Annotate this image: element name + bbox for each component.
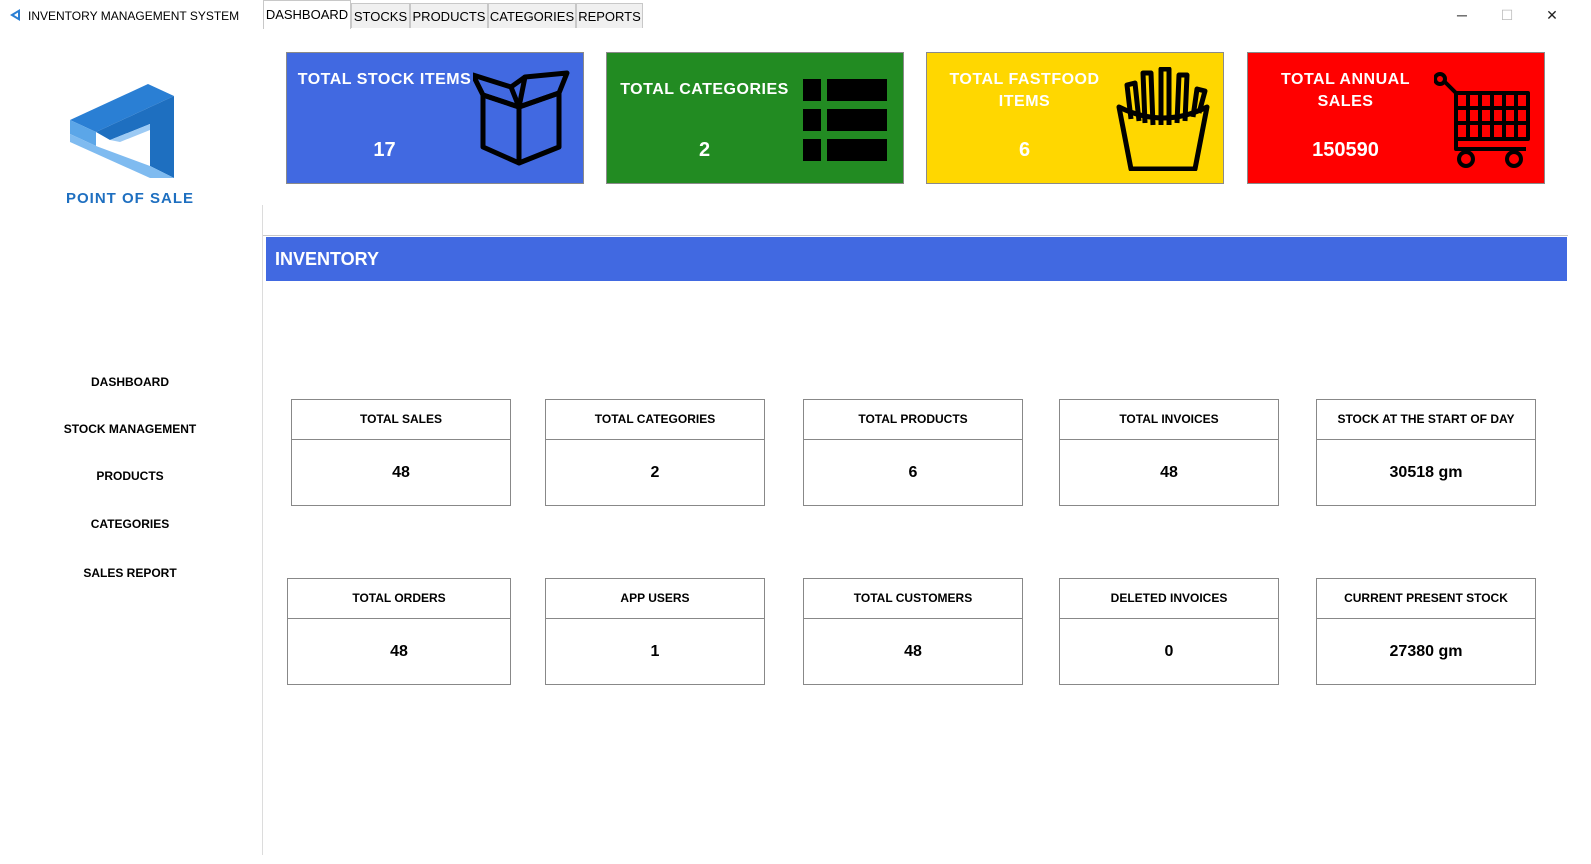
cart-icon [1434, 72, 1530, 168]
fries-icon [1116, 67, 1210, 171]
logo-text: POINT OF SALE [65, 190, 194, 207]
card-value: 6 [1018, 139, 1031, 161]
metric-value: 27380 gm [1389, 643, 1463, 660]
card-title: TOTAL ANNUAL SALES [1281, 71, 1410, 110]
sidebar-item-categories[interactable]: CATEGORIES [30, 517, 230, 531]
card-title: TOTAL CATEGORIES [620, 81, 789, 98]
metric-label: TOTAL SALES [292, 400, 510, 440]
sidebar-divider [262, 205, 263, 855]
metric-label: TOTAL INVOICES [1060, 400, 1278, 440]
metric-value: 2 [650, 464, 660, 481]
metric-label: DELETED INVOICES [1060, 579, 1278, 619]
maximize-button[interactable]: ☐ [1485, 2, 1529, 28]
metric-label: TOTAL CUSTOMERS [804, 579, 1022, 619]
minimize-button[interactable]: ─ [1440, 2, 1484, 28]
close-button[interactable]: ✕ [1530, 2, 1574, 28]
tab-stocks[interactable]: STOCKS [351, 3, 410, 28]
card-total-categories: TOTAL CATEGORIES 2 [606, 52, 904, 184]
metric-label: TOTAL PRODUCTS [804, 400, 1022, 440]
metric-label: TOTAL CATEGORIES [546, 400, 764, 440]
metric-value: 48 [392, 464, 410, 481]
pos-logo-icon [70, 84, 174, 178]
window-title: INVENTORY MANAGEMENT SYSTEM [28, 9, 240, 23]
tab-reports[interactable]: REPORTS [576, 3, 643, 28]
metric-label: TOTAL ORDERS [288, 579, 510, 619]
metric-current-present-stock: CURRENT PRESENT STOCK 27380 gm [1316, 578, 1536, 685]
metric-value: 48 [1160, 464, 1178, 481]
card-title: TOTAL STOCK ITEMS [297, 71, 472, 88]
app-icon [10, 9, 20, 21]
metric-value: 1 [650, 643, 660, 660]
card-value: 17 [373, 139, 396, 161]
card-value: 2 [698, 139, 711, 161]
metric-deleted-invoices: DELETED INVOICES 0 [1059, 578, 1279, 685]
sidebar-item-stock-management[interactable]: STOCK MANAGEMENT [30, 422, 230, 436]
metric-total-orders: TOTAL ORDERS 48 [287, 578, 511, 685]
card-title: TOTAL FASTFOOD ITEMS [949, 71, 1100, 110]
metric-total-invoices: TOTAL INVOICES 48 [1059, 399, 1279, 506]
metric-value: 30518 gm [1389, 464, 1463, 481]
metric-label: STOCK AT THE START OF DAY [1317, 400, 1535, 440]
metric-value: 48 [390, 643, 408, 660]
metric-total-categories: TOTAL CATEGORIES 2 [545, 399, 765, 506]
title-bar: INVENTORY MANAGEMENT SYSTEM ─ ☐ ✕ [0, 0, 1591, 30]
metric-label: APP USERS [546, 579, 764, 619]
sidebar-item-dashboard[interactable]: DASHBOARD [30, 375, 230, 389]
metric-label: CURRENT PRESENT STOCK [1317, 579, 1535, 619]
metric-value: 48 [904, 643, 922, 660]
inventory-title: INVENTORY [275, 249, 380, 269]
metric-total-sales: TOTAL SALES 48 [291, 399, 511, 506]
tab-dashboard[interactable]: DASHBOARD [263, 0, 351, 29]
list-icon [803, 79, 887, 161]
tab-categories[interactable]: CATEGORIES [488, 3, 576, 28]
card-value: 150590 [1312, 139, 1379, 161]
metric-app-users: APP USERS 1 [545, 578, 765, 685]
card-total-stock-items: TOTAL STOCK ITEMS 17 [286, 52, 584, 184]
card-total-annual-sales: TOTAL ANNUAL SALES 150590 [1247, 52, 1545, 184]
tab-divider [263, 235, 1568, 236]
metric-value: 0 [1164, 643, 1174, 660]
card-total-fastfood-items: TOTAL FASTFOOD ITEMS 6 [926, 52, 1224, 184]
metric-value: 6 [908, 464, 918, 481]
tab-products[interactable]: PRODUCTS [410, 3, 488, 28]
sidebar-item-sales-report[interactable]: SALES REPORT [30, 566, 230, 580]
inventory-header: INVENTORY [266, 237, 1567, 281]
sidebar-item-products[interactable]: PRODUCTS [30, 469, 230, 483]
metric-total-customers: TOTAL CUSTOMERS 48 [803, 578, 1023, 685]
box-icon [473, 70, 570, 166]
metric-total-products: TOTAL PRODUCTS 6 [803, 399, 1023, 506]
metric-stock-start-of-day: STOCK AT THE START OF DAY 30518 gm [1316, 399, 1536, 506]
